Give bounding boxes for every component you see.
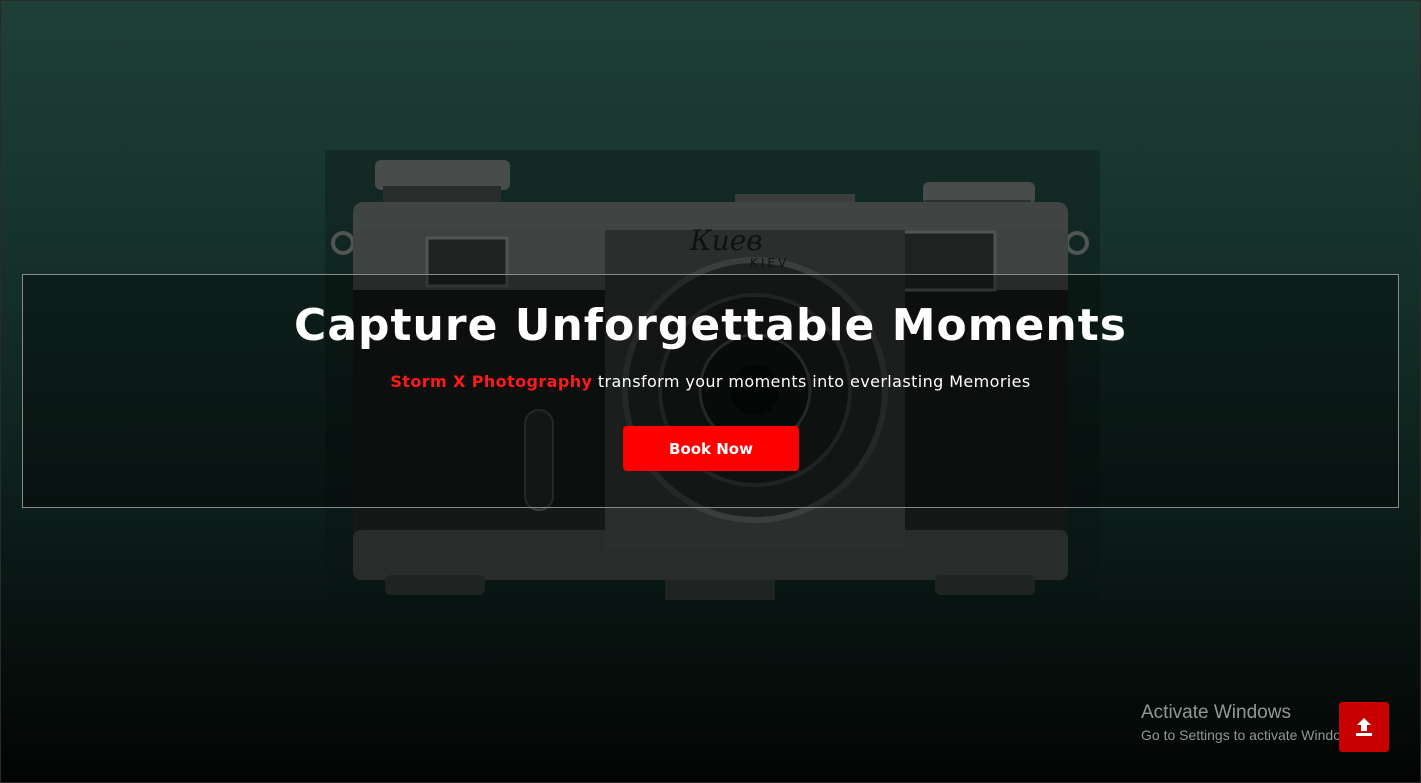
activation-message: Go to Settings to activate Windows.: [1141, 727, 1362, 743]
hero-subtitle-text: transform your moments into everlasting …: [592, 372, 1031, 391]
brand-name: Storm X Photography: [390, 372, 593, 391]
activation-title: Activate Windows: [1141, 702, 1291, 723]
upload-arrow-icon: [1353, 716, 1375, 738]
hero-subtitle: Storm X Photography transform your momen…: [0, 372, 1421, 391]
book-now-button[interactable]: Book Now: [623, 426, 799, 471]
windows-activation-watermark: Activate Windows Go to Settings to activ…: [1141, 702, 1362, 743]
hero-title: Capture Unforgettable Moments: [294, 300, 1127, 351]
scroll-to-top-button[interactable]: [1339, 702, 1389, 752]
